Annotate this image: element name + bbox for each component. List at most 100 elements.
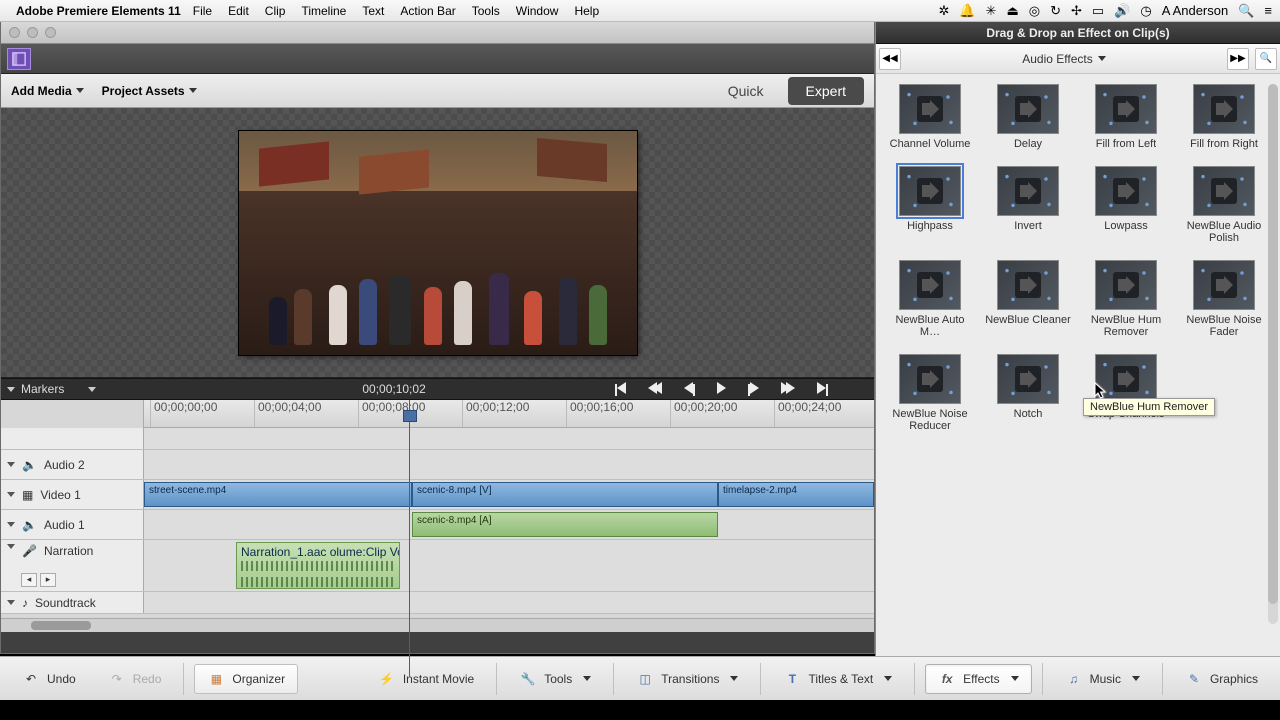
music-icon[interactable]: ♪ (22, 596, 28, 610)
markers-menu-icon[interactable] (88, 387, 96, 392)
effect-thumbnail[interactable] (997, 166, 1059, 216)
effect-thumbnail[interactable] (1095, 354, 1157, 404)
effect-item[interactable]: NewBlue Noise Reducer (886, 354, 974, 432)
status-icon[interactable]: ✲ (938, 3, 949, 19)
effects-category[interactable]: Audio Effects (904, 52, 1224, 66)
tab-quick[interactable]: Quick (710, 77, 782, 105)
user-name[interactable]: A Anderson (1162, 3, 1229, 18)
scrollbar-thumb[interactable] (1268, 84, 1278, 604)
instant-movie-button[interactable]: ⚡Instant Movie (366, 664, 486, 694)
effect-thumbnail[interactable] (1193, 166, 1255, 216)
battery-icon[interactable]: ▭ (1092, 3, 1104, 19)
effect-thumbnail[interactable] (1095, 166, 1157, 216)
undo-button[interactable]: ↶Undo (10, 664, 88, 694)
disclosure-icon[interactable] (7, 544, 15, 549)
effect-thumbnail[interactable] (997, 260, 1059, 310)
disclosure-icon[interactable] (7, 492, 15, 497)
narration-clip[interactable]: Narration_1.aac olume:Clip Volume (236, 542, 400, 589)
search-button[interactable]: 🔍 (1255, 48, 1277, 70)
step-back-button[interactable] (684, 382, 695, 397)
disclosure-icon[interactable] (7, 462, 15, 467)
timeline-scrollbar[interactable] (1, 618, 874, 632)
markers-label[interactable]: Markers (21, 382, 64, 396)
disclosure-icon[interactable] (7, 522, 15, 527)
zoom-button[interactable] (45, 27, 56, 38)
panel-scrollbar[interactable] (1268, 84, 1278, 624)
menu-clip[interactable]: Clip (265, 4, 286, 18)
nav-fwd-button[interactable]: ▶▶ (1227, 48, 1249, 70)
bluetooth-icon[interactable]: ✢ (1071, 3, 1082, 19)
video-clip[interactable]: street-scene.mp4 (144, 482, 412, 507)
effect-thumbnail[interactable] (899, 84, 961, 134)
effect-thumbnail[interactable] (997, 84, 1059, 134)
effect-item[interactable]: NewBlue Noise Fader (1180, 260, 1268, 338)
disclosure-icon[interactable] (7, 600, 15, 605)
effect-item[interactable]: Lowpass (1082, 166, 1170, 244)
timeline-ruler[interactable]: 00;00;00;00 00;00;04;00 00;00;08;00 00;0… (144, 400, 874, 428)
film-icon[interactable]: ▦ (22, 488, 33, 502)
menu-window[interactable]: Window (516, 4, 559, 18)
scrollbar-thumb[interactable] (31, 621, 91, 630)
titles-button[interactable]: TTitles & Text (771, 664, 904, 694)
app-name[interactable]: Adobe Premiere Elements 11 (16, 4, 181, 18)
clock-icon[interactable]: ◷ (1140, 3, 1151, 19)
audio-clip[interactable]: scenic-8.mp4 [A] (412, 512, 718, 537)
video-clip[interactable]: timelapse-2.mp4 (718, 482, 874, 507)
panel-toggle-button[interactable] (7, 48, 31, 70)
nudge-left-button[interactable]: ◂ (21, 573, 37, 587)
menu-tools[interactable]: Tools (472, 4, 500, 18)
menu-text[interactable]: Text (362, 4, 384, 18)
effect-thumbnail[interactable] (899, 354, 961, 404)
effect-thumbnail[interactable] (1193, 260, 1255, 310)
effect-thumbnail[interactable] (899, 260, 961, 310)
menu-actionbar[interactable]: Action Bar (400, 4, 455, 18)
project-assets-button[interactable]: Project Assets (102, 84, 197, 98)
tools-button[interactable]: 🔧Tools (507, 664, 603, 694)
effect-thumbnail[interactable] (899, 166, 961, 216)
markers-disclosure-icon[interactable] (7, 387, 15, 392)
spotlight-icon[interactable]: 🔍 (1238, 3, 1254, 19)
sync-icon[interactable]: ✳ (986, 3, 997, 19)
play-button[interactable] (717, 382, 726, 397)
step-fwd-button[interactable] (748, 382, 759, 397)
tab-expert[interactable]: Expert (788, 77, 864, 105)
effect-item[interactable]: Highpass (886, 166, 974, 244)
effect-item[interactable]: Invert (984, 166, 1072, 244)
effect-item[interactable]: NewBlue Hum Remover (1082, 260, 1170, 338)
track-audio2[interactable]: 🔈Audio 2 (1, 450, 874, 480)
effect-thumbnail[interactable] (997, 354, 1059, 404)
effect-item[interactable]: Channel Volume (886, 84, 974, 150)
mic-icon[interactable]: 🎤 (22, 544, 37, 558)
graphics-button[interactable]: ✎Graphics (1173, 664, 1270, 694)
add-media-button[interactable]: Add Media (11, 84, 84, 98)
track-video1[interactable]: ▦Video 1 street-scene.mp4 scenic-8.mp4 [… (1, 480, 874, 510)
display-icon[interactable]: ◎ (1029, 3, 1040, 19)
timemachine-icon[interactable]: ↻ (1050, 3, 1061, 19)
speaker-icon[interactable]: 🔈 (22, 458, 37, 472)
effect-item[interactable]: Swap Channels (1082, 354, 1170, 432)
playhead[interactable] (409, 400, 410, 677)
menu-help[interactable]: Help (574, 4, 599, 18)
menu-file[interactable]: File (193, 4, 212, 18)
close-button[interactable] (9, 27, 20, 38)
track-soundtrack[interactable]: ♪Soundtrack (1, 592, 874, 614)
effect-item[interactable]: Fill from Left (1082, 84, 1170, 150)
eject-icon[interactable]: ⏏ (1006, 3, 1018, 19)
prev-button[interactable] (648, 382, 662, 397)
effect-item[interactable]: NewBlue Cleaner (984, 260, 1072, 338)
effect-item[interactable]: NewBlue Auto M… (886, 260, 974, 338)
effect-thumbnail[interactable] (1193, 84, 1255, 134)
music-button[interactable]: ♫Music (1053, 664, 1152, 694)
volume-icon[interactable]: 🔊 (1114, 3, 1130, 19)
transitions-button[interactable]: ◫Transitions (624, 664, 750, 694)
effect-item[interactable]: Delay (984, 84, 1072, 150)
track-audio1[interactable]: 🔈Audio 1 scenic-8.mp4 [A] (1, 510, 874, 540)
next-button[interactable] (781, 382, 795, 397)
effect-thumbnail[interactable] (1095, 84, 1157, 134)
goto-start-button[interactable] (615, 382, 626, 397)
video-clip[interactable]: scenic-8.mp4 [V] (412, 482, 718, 507)
speaker-icon[interactable]: 🔈 (22, 518, 37, 532)
goto-end-button[interactable] (817, 382, 828, 397)
menu-edit[interactable]: Edit (228, 4, 249, 18)
timecode[interactable]: 00;00;10;02 (362, 382, 425, 396)
